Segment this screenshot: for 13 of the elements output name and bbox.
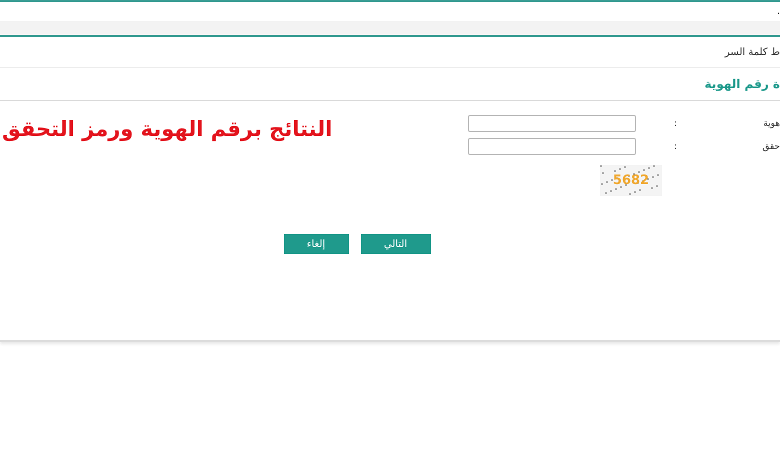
cancel-button[interactable]: إلغاء	[284, 234, 348, 254]
section-title: ة رقم الهوية	[704, 77, 780, 91]
captcha-image: 5682	[600, 165, 662, 196]
field-label: حقق	[762, 142, 780, 152]
colon: :	[674, 118, 678, 128]
colon: :	[674, 142, 678, 152]
password-link[interactable]: ط كلمة السر	[724, 46, 780, 58]
headline: النتائج برقم الهوية ورمز التحقق	[1, 116, 332, 144]
input-field[interactable]	[468, 115, 636, 132]
top-bar-text: .	[776, 6, 780, 16]
next-button[interactable]: التالي	[360, 234, 430, 254]
field-label: هوية	[763, 118, 780, 128]
input-field[interactable]	[468, 138, 636, 155]
